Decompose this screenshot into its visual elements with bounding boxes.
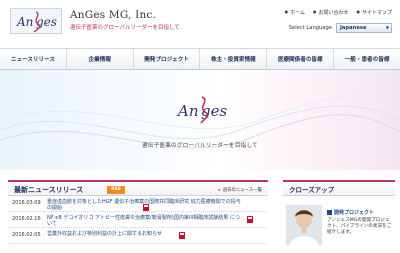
hero-logo: An ges: [176, 96, 227, 124]
news-section: 最新ニュースリリース RSS 過去のニュース一覧 2016.03.09 重症虚血…: [8, 180, 268, 244]
pdf-icon[interactable]: [143, 204, 149, 211]
svg-text:An: An: [16, 15, 33, 29]
closeup-section: クローズアップ 開発プロジェクト アンジェスMGの開発プロジェクト、パイプライン…: [283, 180, 395, 253]
header-tagline: 遺伝子医薬のグローバルリーダーを目指して: [70, 25, 180, 31]
hero-tagline: 遺伝子医薬のグローバルリーダーを目指して: [142, 143, 258, 149]
svg-text:An: An: [176, 102, 199, 120]
nav-item-medical[interactable]: 医療関係者の皆様: [267, 49, 335, 69]
news-archive-link[interactable]: 過去のニュース一覧: [218, 187, 262, 193]
company-name: AnGes MG, Inc.: [70, 9, 157, 21]
nav-item-news[interactable]: ニュースリリース: [0, 49, 67, 69]
news-link[interactable]: 営業外収益および特別利益の計上に関するお知らせ: [47, 231, 243, 237]
news-date: 2016.02.05: [12, 232, 41, 238]
language-dropdown[interactable]: Japanese: [336, 23, 392, 33]
language-selector: Select Language Japanese: [289, 23, 392, 33]
news-row: 2016.02.05 営業外収益および特別利益の計上に関するお知らせ: [8, 228, 268, 244]
rss-icon[interactable]: RSS: [107, 186, 125, 194]
global-nav: ニュースリリース 企業情報 開発プロジェクト 株主・投資家情報 医療関係者の皆様…: [0, 48, 400, 70]
news-title: 最新ニュースリリース: [14, 186, 84, 194]
news-row: 2016.03.09 重症虚血肢を対象としたHGF 遺伝子治療薬の国際共同臨床研…: [8, 196, 268, 212]
news-row: 2016.02.16 NF-κB デコイオリゴ アトピー性皮膚炎治療薬(軟膏製剤…: [8, 212, 268, 228]
site-header: An ges AnGes MG, Inc. 遺伝子医薬のグローバルリーダーを目指…: [0, 0, 400, 48]
util-link-home[interactable]: ホーム: [285, 9, 305, 16]
anges-logo[interactable]: An ges: [10, 8, 62, 34]
language-label: Select Language: [288, 25, 332, 31]
nav-item-patients[interactable]: 一般・患者の皆様: [334, 49, 400, 69]
hero-banner: An ges 遺伝子医薬のグローバルリーダーを目指して: [0, 70, 400, 170]
news-header: 最新ニュースリリース RSS 過去のニュース一覧: [8, 180, 268, 196]
pdf-icon[interactable]: [179, 232, 185, 239]
closeup-title: クローズアップ: [289, 186, 335, 194]
util-link-sitemap[interactable]: サイトマップ: [356, 9, 392, 16]
utility-links: ホーム お問い合わせ サイトマップ: [285, 9, 392, 16]
pdf-icon[interactable]: [247, 216, 253, 223]
news-date: 2016.03.09: [12, 200, 41, 206]
nav-item-investors[interactable]: 株主・投資家情報: [200, 49, 268, 69]
news-link[interactable]: NF-κB デコイオリゴ アトピー性皮膚炎治療薬(軟膏製剤)国内第III相臨床試…: [47, 215, 243, 227]
page: An ges AnGes MG, Inc. 遺伝子医薬のグローバルリーダーを目指…: [0, 0, 400, 253]
nav-item-company[interactable]: 企業情報: [67, 49, 134, 69]
closeup-project-link[interactable]: 開発プロジェクト: [327, 209, 374, 216]
news-date: 2016.02.16: [12, 216, 41, 222]
closeup-photo[interactable]: [286, 205, 322, 245]
util-link-contact[interactable]: お問い合わせ: [313, 9, 348, 16]
closeup-description: アンジェスMGの開発プロジェクト、パイプラインの状況をご紹介します。: [327, 218, 392, 235]
nav-item-projects[interactable]: 開発プロジェクト: [134, 49, 201, 69]
